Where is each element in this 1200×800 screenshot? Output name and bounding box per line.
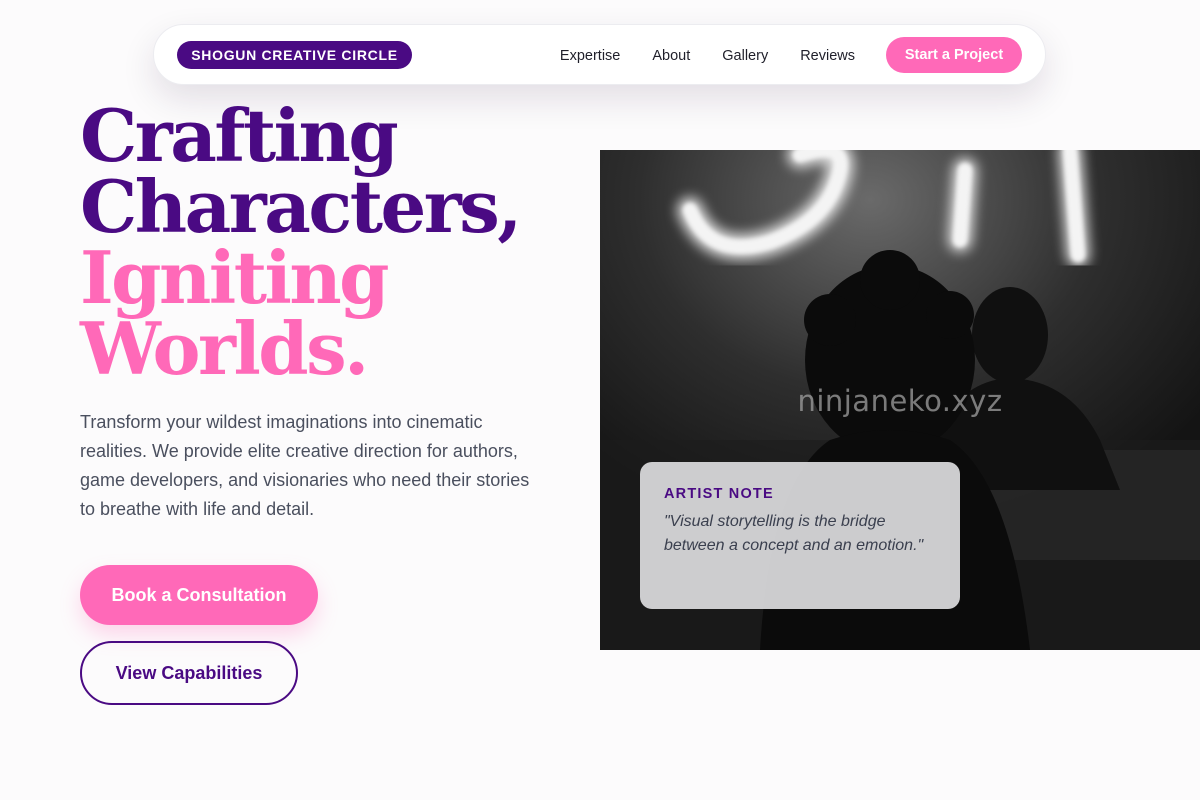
artist-note-quote: "Visual storytelling is the bridge betwe… — [664, 513, 924, 554]
top-navigation: SHOGUN CREATIVE CIRCLE Expertise About G… — [153, 24, 1046, 85]
hero-image: ninjaneko.xyz ARTIST NOTE "Visual storyt… — [600, 150, 1200, 650]
nav-link-reviews[interactable]: Reviews — [800, 48, 855, 64]
headline-line-2: Characters, — [80, 164, 522, 249]
headline-line-3: Igniting — [80, 235, 390, 320]
hero-description: Transform your wildest imaginations into… — [80, 412, 530, 519]
nav-link-gallery[interactable]: Gallery — [722, 48, 768, 64]
artist-note-card: ARTIST NOTE "Visual storytelling is the … — [640, 462, 960, 609]
watermark-text: ninjaneko.xyz — [797, 384, 1003, 418]
headline-line-4: Worlds. — [80, 306, 369, 391]
start-project-button[interactable]: Start a Project — [886, 37, 1022, 73]
nav-link-about[interactable]: About — [652, 48, 690, 64]
artist-note-title: ARTIST NOTE — [664, 486, 774, 502]
brand-logo[interactable]: SHOGUN CREATIVE CIRCLE — [177, 41, 412, 69]
nav-link-expertise[interactable]: Expertise — [560, 48, 620, 64]
book-consultation-button[interactable]: Book a Consultation — [80, 565, 318, 625]
nav-links: Expertise About Gallery Reviews — [560, 25, 855, 86]
headline-line-1: Crafting — [80, 93, 399, 178]
view-capabilities-button[interactable]: View Capabilities — [80, 641, 298, 705]
hero-headline: Crafting Characters, Igniting Worlds. — [80, 93, 522, 391]
